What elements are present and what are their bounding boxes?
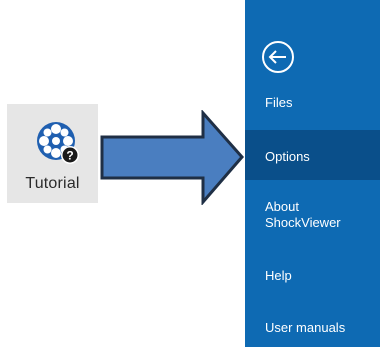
menu-item-label: Options [265,149,310,164]
menu-item-help[interactable]: Help [245,268,380,284]
menu-item-label: User manuals [265,320,346,335]
screenshot-canvas: ? Tutorial Files Options About ShockView… [0,0,380,347]
menu-item-files[interactable]: Files [245,95,380,111]
right-arrow-icon [100,110,244,205]
film-reel-help-icon: ? [37,122,79,164]
menu-item-options[interactable]: Options [245,130,380,180]
menu-item-label: Help [265,268,292,283]
svg-text:?: ? [66,149,73,163]
backstage-menu: Files Options About ShockViewer Help Use… [245,0,380,347]
menu-item-label-line1: About [265,199,299,214]
menu-item-about[interactable]: About ShockViewer [245,199,380,233]
menu-item-label-line2: ShockViewer [265,215,341,230]
menu-item-user-manuals[interactable]: User manuals [245,320,380,336]
menu-item-label: Files [265,95,293,110]
back-arrow-circle-icon[interactable] [261,40,295,74]
tutorial-label: Tutorial [25,175,80,192]
tutorial-button[interactable]: ? Tutorial [7,104,98,203]
